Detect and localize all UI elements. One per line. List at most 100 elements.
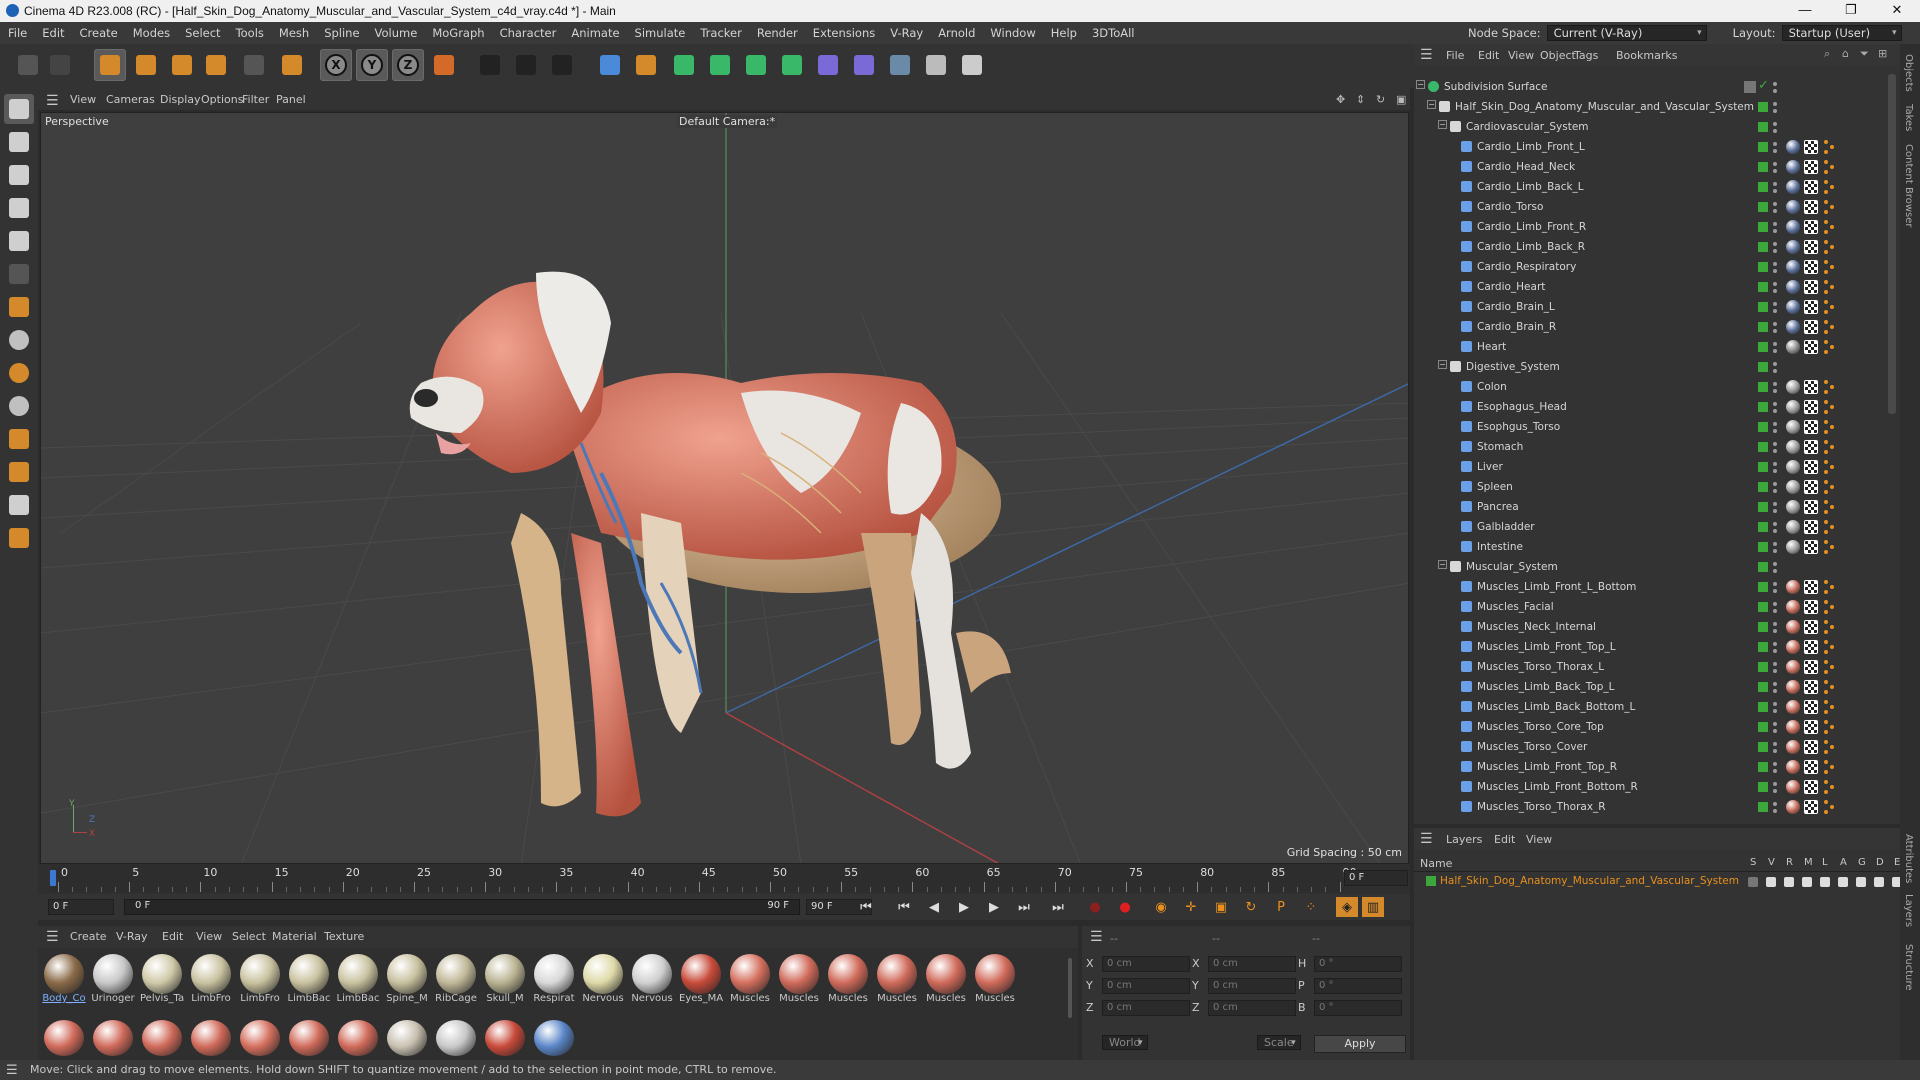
layer-color-icon[interactable] <box>1758 522 1768 532</box>
material-tag-icon[interactable] <box>1786 580 1800 594</box>
visibility-dots-icon[interactable] <box>1773 621 1777 634</box>
visibility-dots-icon[interactable] <box>1773 361 1777 374</box>
object-row[interactable]: Cardio_Heart <box>1414 278 1886 298</box>
material-swatch[interactable]: Muscles <box>826 952 870 1006</box>
timeline-settings-button[interactable]: ▥ <box>1362 897 1384 917</box>
visibility-dots-icon[interactable] <box>1773 401 1777 414</box>
material-tag-icon[interactable] <box>1786 500 1800 514</box>
key-button[interactable]: ◉ <box>1150 897 1172 917</box>
layer-color-icon[interactable] <box>1758 622 1768 632</box>
layer-column-m[interactable]: M <box>1804 857 1813 868</box>
layer-color-icon[interactable] <box>1758 702 1768 712</box>
object-row[interactable]: − Half_Skin_Dog_Anatomy_Muscular_and_Vasc… <box>1414 98 1886 118</box>
object-menu-edit[interactable]: Edit <box>1478 49 1499 62</box>
layer-color-icon[interactable] <box>1758 162 1768 172</box>
layer-color-icon[interactable] <box>1758 742 1768 752</box>
uvw-tag-icon[interactable] <box>1804 200 1818 214</box>
menu-create[interactable]: Create <box>80 26 118 40</box>
rotate-key-button[interactable]: ↻ <box>1240 897 1262 917</box>
object-row[interactable]: Cardio_Limb_Front_L <box>1414 138 1886 158</box>
uvw-tag-icon[interactable] <box>1804 160 1818 174</box>
expand-toggle-icon[interactable]: − <box>1438 360 1447 369</box>
object-row[interactable]: Muscles_Torso_Thorax_L <box>1414 658 1886 678</box>
layer-manager-icon[interactable] <box>1802 877 1812 887</box>
visibility-dots-icon[interactable] <box>1773 101 1777 114</box>
material-tag-icon[interactable] <box>1786 780 1800 794</box>
material-preview[interactable] <box>142 1020 182 1056</box>
layer-animation-icon[interactable] <box>1838 877 1848 887</box>
material-tag-icon[interactable] <box>1786 160 1800 174</box>
menu-v-ray[interactable]: V-Ray <box>890 26 923 40</box>
visibility-dots-icon[interactable] <box>1773 241 1777 254</box>
floor-button[interactable] <box>884 49 916 81</box>
object-row[interactable]: Pancrea <box>1414 498 1886 518</box>
menu-arnold[interactable]: Arnold <box>938 26 975 40</box>
coord-value-field[interactable]: 0 ° <box>1314 1000 1402 1016</box>
timeline[interactable]: 051015202530354045505560657075808590 0 F <box>38 864 1410 894</box>
uvw-tag-icon[interactable] <box>1804 780 1818 794</box>
checkmark-icon[interactable]: ✓ <box>1758 78 1769 93</box>
pen-button[interactable] <box>630 49 662 81</box>
uvw-tag-icon[interactable] <box>1804 220 1818 234</box>
material-swatch[interactable]: Muscles <box>924 952 968 1006</box>
object-row[interactable]: − Cardiovascular_System <box>1414 118 1886 138</box>
material-swatch[interactable]: Eyes_MA <box>679 952 723 1006</box>
menu-tools[interactable]: Tools <box>236 26 264 40</box>
uvw-tag-icon[interactable] <box>1804 240 1818 254</box>
play-button[interactable]: ▶ <box>953 897 975 917</box>
layer-color-icon[interactable] <box>1758 122 1768 132</box>
viewport-zoom-icon[interactable]: ⇕ <box>1356 93 1365 106</box>
layer-color-icon[interactable] <box>1758 202 1768 212</box>
material-swatch[interactable]: Spine_M <box>385 952 429 1006</box>
move-button[interactable] <box>130 49 162 81</box>
visibility-dots-icon[interactable] <box>1773 701 1777 714</box>
layer-visible-icon[interactable] <box>1766 877 1776 887</box>
model-mode-button[interactable] <box>4 94 34 124</box>
layer-color-icon[interactable] <box>1758 422 1768 432</box>
layer-column-l[interactable]: L <box>1822 857 1828 868</box>
uvw-tag-icon[interactable] <box>1804 680 1818 694</box>
object-row[interactable]: Cardio_Respiratory <box>1414 258 1886 278</box>
side-tab-objects[interactable]: Objects <box>1903 54 1914 92</box>
material-menu-edit[interactable]: Edit <box>162 930 183 943</box>
uvw-tag-icon[interactable] <box>1804 660 1818 674</box>
z-axis-button[interactable]: Z <box>392 49 424 81</box>
next-frame-button[interactable]: ▶ <box>983 897 1005 917</box>
layer-column-s[interactable]: S <box>1750 857 1756 868</box>
layer-color-icon[interactable] <box>1758 722 1768 732</box>
material-tag-icon[interactable] <box>1786 320 1800 334</box>
coord-value-field[interactable]: 0 cm <box>1102 956 1190 972</box>
uvw-tag-icon[interactable] <box>1804 460 1818 474</box>
menu-file[interactable]: File <box>8 26 27 40</box>
object-row[interactable]: Heart <box>1414 338 1886 358</box>
render-settings-button[interactable] <box>546 49 578 81</box>
object-row[interactable]: Cardio_Limb_Front_R <box>1414 218 1886 238</box>
scale-key-button[interactable]: ▣ <box>1210 897 1232 917</box>
x-axis-button[interactable]: X <box>320 49 352 81</box>
visibility-dots-icon[interactable] <box>1773 181 1777 194</box>
light-button[interactable] <box>956 49 988 81</box>
material-tag-icon[interactable] <box>1786 740 1800 754</box>
material-tag-icon[interactable] <box>1786 520 1800 534</box>
material-tag-icon[interactable] <box>1786 240 1800 254</box>
viewport-menu-cameras[interactable]: Cameras <box>106 93 155 106</box>
material-preview[interactable] <box>534 1020 574 1056</box>
object-row[interactable]: − Digestive_System <box>1414 358 1886 378</box>
uvw-tag-icon[interactable] <box>1804 180 1818 194</box>
material-menu-select[interactable]: Select <box>232 930 266 943</box>
object-row[interactable]: Muscles_Torso_Core_Top <box>1414 718 1886 738</box>
material-swatch[interactable]: LimbBac <box>287 952 331 1006</box>
uvw-tag-icon[interactable] <box>1804 380 1818 394</box>
uvw-tag-icon[interactable] <box>1804 740 1818 754</box>
prev-key-button[interactable]: ⏮ <box>893 897 915 917</box>
move-key-button[interactable]: ✛ <box>1180 897 1202 917</box>
object-menu-file[interactable]: File <box>1446 49 1464 62</box>
deformer-button[interactable] <box>812 49 844 81</box>
object-row[interactable]: Muscles_Limb_Front_L_Bottom <box>1414 578 1886 598</box>
layer-color-icon[interactable] <box>1758 342 1768 352</box>
expand-toggle-icon[interactable]: − <box>1416 80 1425 89</box>
object-menu-view[interactable]: View <box>1508 49 1534 62</box>
layout-dropdown[interactable]: Startup (User) <box>1781 25 1902 41</box>
pla-key-button[interactable]: ⁘ <box>1300 897 1322 917</box>
hamburger-icon[interactable]: ☰ <box>1090 929 1103 945</box>
